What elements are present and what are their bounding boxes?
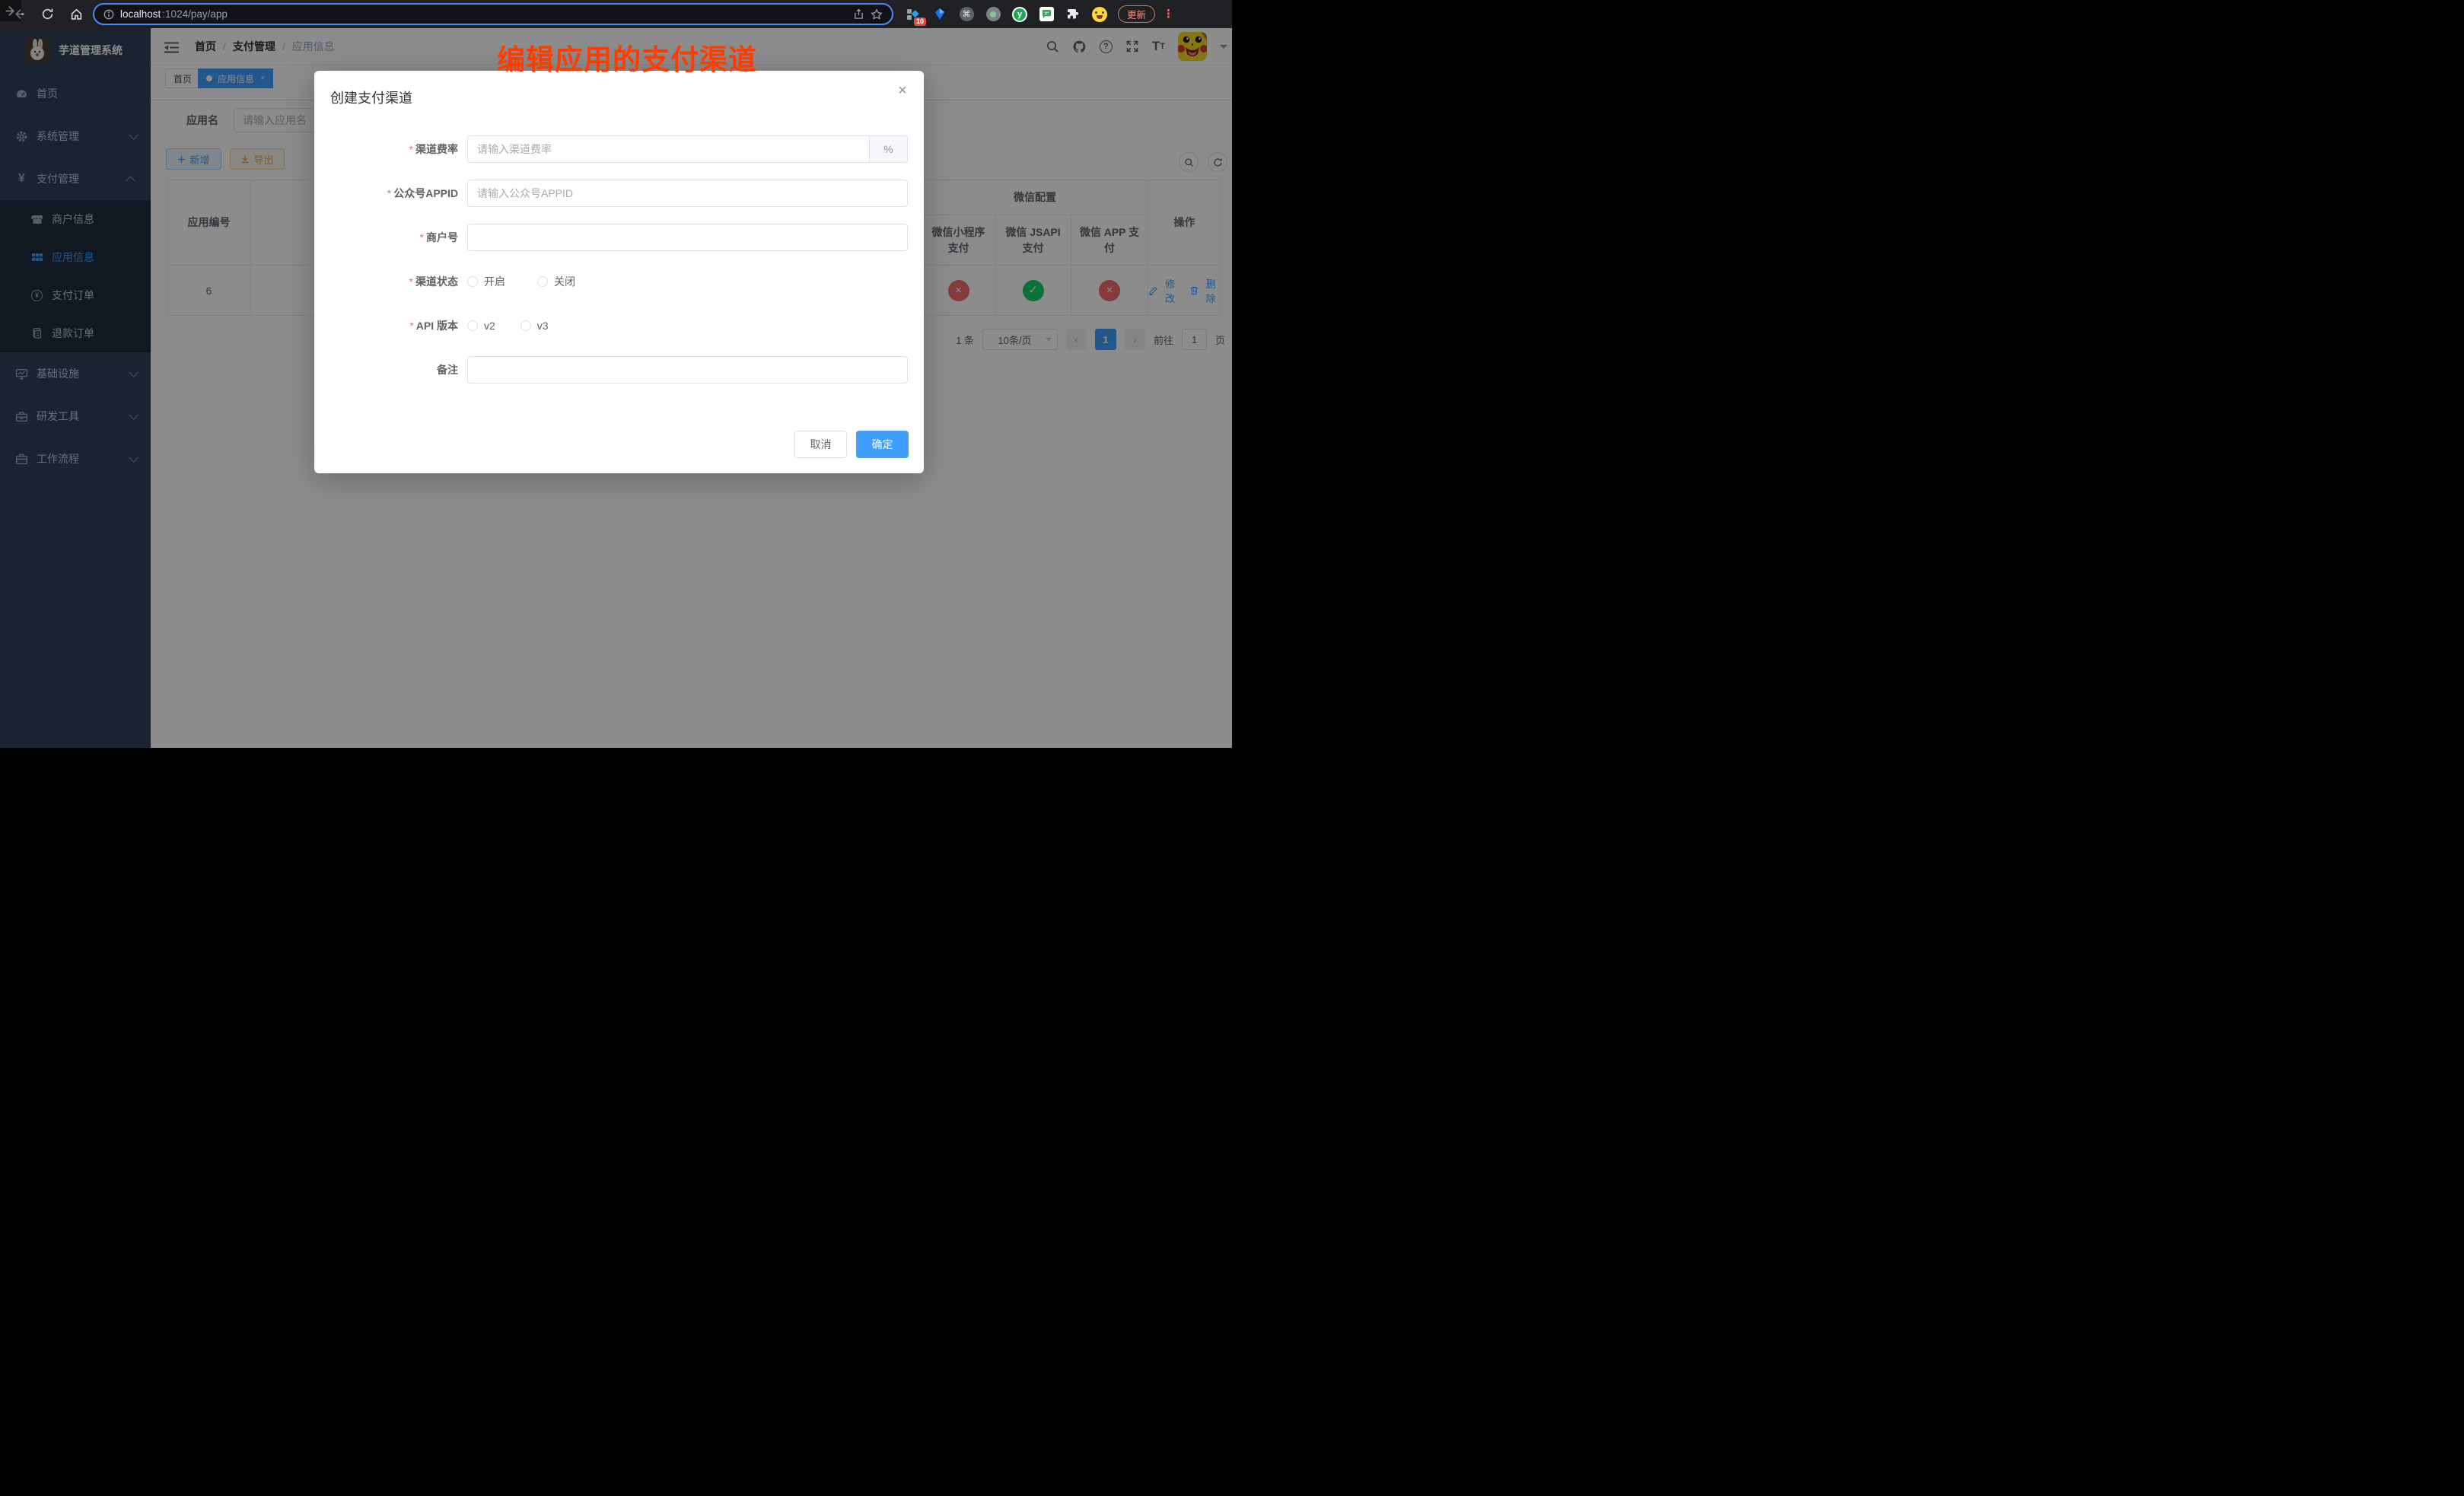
radio-icon (537, 276, 548, 287)
bookmark-star-icon[interactable] (871, 8, 883, 21)
form-row-appid: *公众号APPID (314, 180, 924, 207)
extension-workona-icon[interactable]: 10 (906, 7, 921, 22)
form-row-rate: *渠道费率 % (314, 135, 924, 163)
appid-input[interactable] (467, 180, 908, 207)
extension-chat-icon[interactable] (1039, 7, 1054, 22)
merchant-input[interactable] (467, 224, 908, 251)
radio-api-v2[interactable]: v2 (467, 320, 495, 332)
dialog-title: 创建支付渠道 (330, 88, 412, 107)
extension-badge: 10 (914, 18, 926, 26)
radio-label: v2 (484, 320, 495, 332)
url-path: :1024/pay/app (162, 8, 228, 20)
radio-icon (520, 320, 531, 331)
merchant-label: *商户号 (314, 230, 467, 245)
api-label: *API 版本 (314, 318, 467, 333)
close-icon[interactable]: × (893, 81, 912, 100)
status-label: *渠道状态 (314, 274, 467, 289)
cancel-label: 取消 (810, 437, 832, 452)
radio-icon (467, 320, 478, 331)
browser-extensions: 10 ⌘ y (906, 7, 1107, 22)
radio-label: v3 (537, 320, 549, 332)
radio-icon (467, 276, 478, 287)
form-row-status: *渠道状态 开启 关闭 (314, 268, 924, 295)
browser-menu-icon[interactable]: ⋮ (1163, 8, 1174, 20)
annotation-text: 编辑应用的支付渠道 (497, 37, 757, 78)
confirm-label: 确定 (872, 437, 893, 452)
reload-icon[interactable] (37, 4, 58, 25)
browser-update-button[interactable]: 更新 (1118, 5, 1155, 23)
extension-record-icon[interactable] (985, 7, 1001, 22)
radio-label: 关闭 (554, 274, 575, 289)
rate-suffix: % (869, 136, 907, 162)
forward-icon[interactable] (0, 0, 21, 21)
form-row-remark: 备注 (314, 356, 924, 384)
home-icon[interactable] (65, 4, 87, 25)
confirm-button[interactable]: 确定 (856, 431, 909, 458)
radio-label: 开启 (484, 274, 505, 289)
extension-kite-icon[interactable] (932, 7, 947, 22)
form-row-merchant: *商户号 (314, 224, 924, 251)
update-label: 更新 (1127, 7, 1146, 21)
rate-input-group: % (467, 135, 908, 163)
extensions-puzzle-icon[interactable] (1065, 7, 1081, 22)
share-icon[interactable] (853, 8, 864, 20)
profile-avatar[interactable] (1092, 7, 1107, 22)
rate-input[interactable] (468, 136, 869, 162)
rate-label: *渠道费率 (314, 142, 467, 157)
browser-toolbar: localhost:1024/pay/app 10 ⌘ y (0, 0, 1232, 28)
cancel-button[interactable]: 取消 (794, 431, 847, 458)
url-host: localhost (120, 8, 161, 20)
appid-label: *公众号APPID (314, 186, 467, 201)
site-info-icon[interactable] (103, 9, 114, 20)
radio-status-closed[interactable]: 关闭 (537, 274, 575, 289)
extension-y-icon[interactable]: y (1012, 7, 1027, 22)
browser-nav (0, 4, 87, 25)
extension-command-icon[interactable]: ⌘ (959, 7, 974, 22)
create-pay-channel-dialog: 创建支付渠道 × *渠道费率 % *公众号APPID *商户号 *渠道状态 开启 (314, 71, 924, 473)
radio-status-open[interactable]: 开启 (467, 274, 505, 289)
remark-label: 备注 (314, 362, 467, 377)
radio-api-v3[interactable]: v3 (520, 320, 549, 332)
app-window: 芋道管理系统 首页 系统管理 ¥ 支付管理 (0, 28, 1232, 748)
form-row-api: *API 版本 v2 v3 (314, 312, 924, 339)
screen: localhost:1024/pay/app 10 ⌘ y (0, 0, 1232, 748)
address-bar[interactable]: localhost:1024/pay/app (93, 3, 893, 25)
remark-input[interactable] (467, 356, 908, 384)
